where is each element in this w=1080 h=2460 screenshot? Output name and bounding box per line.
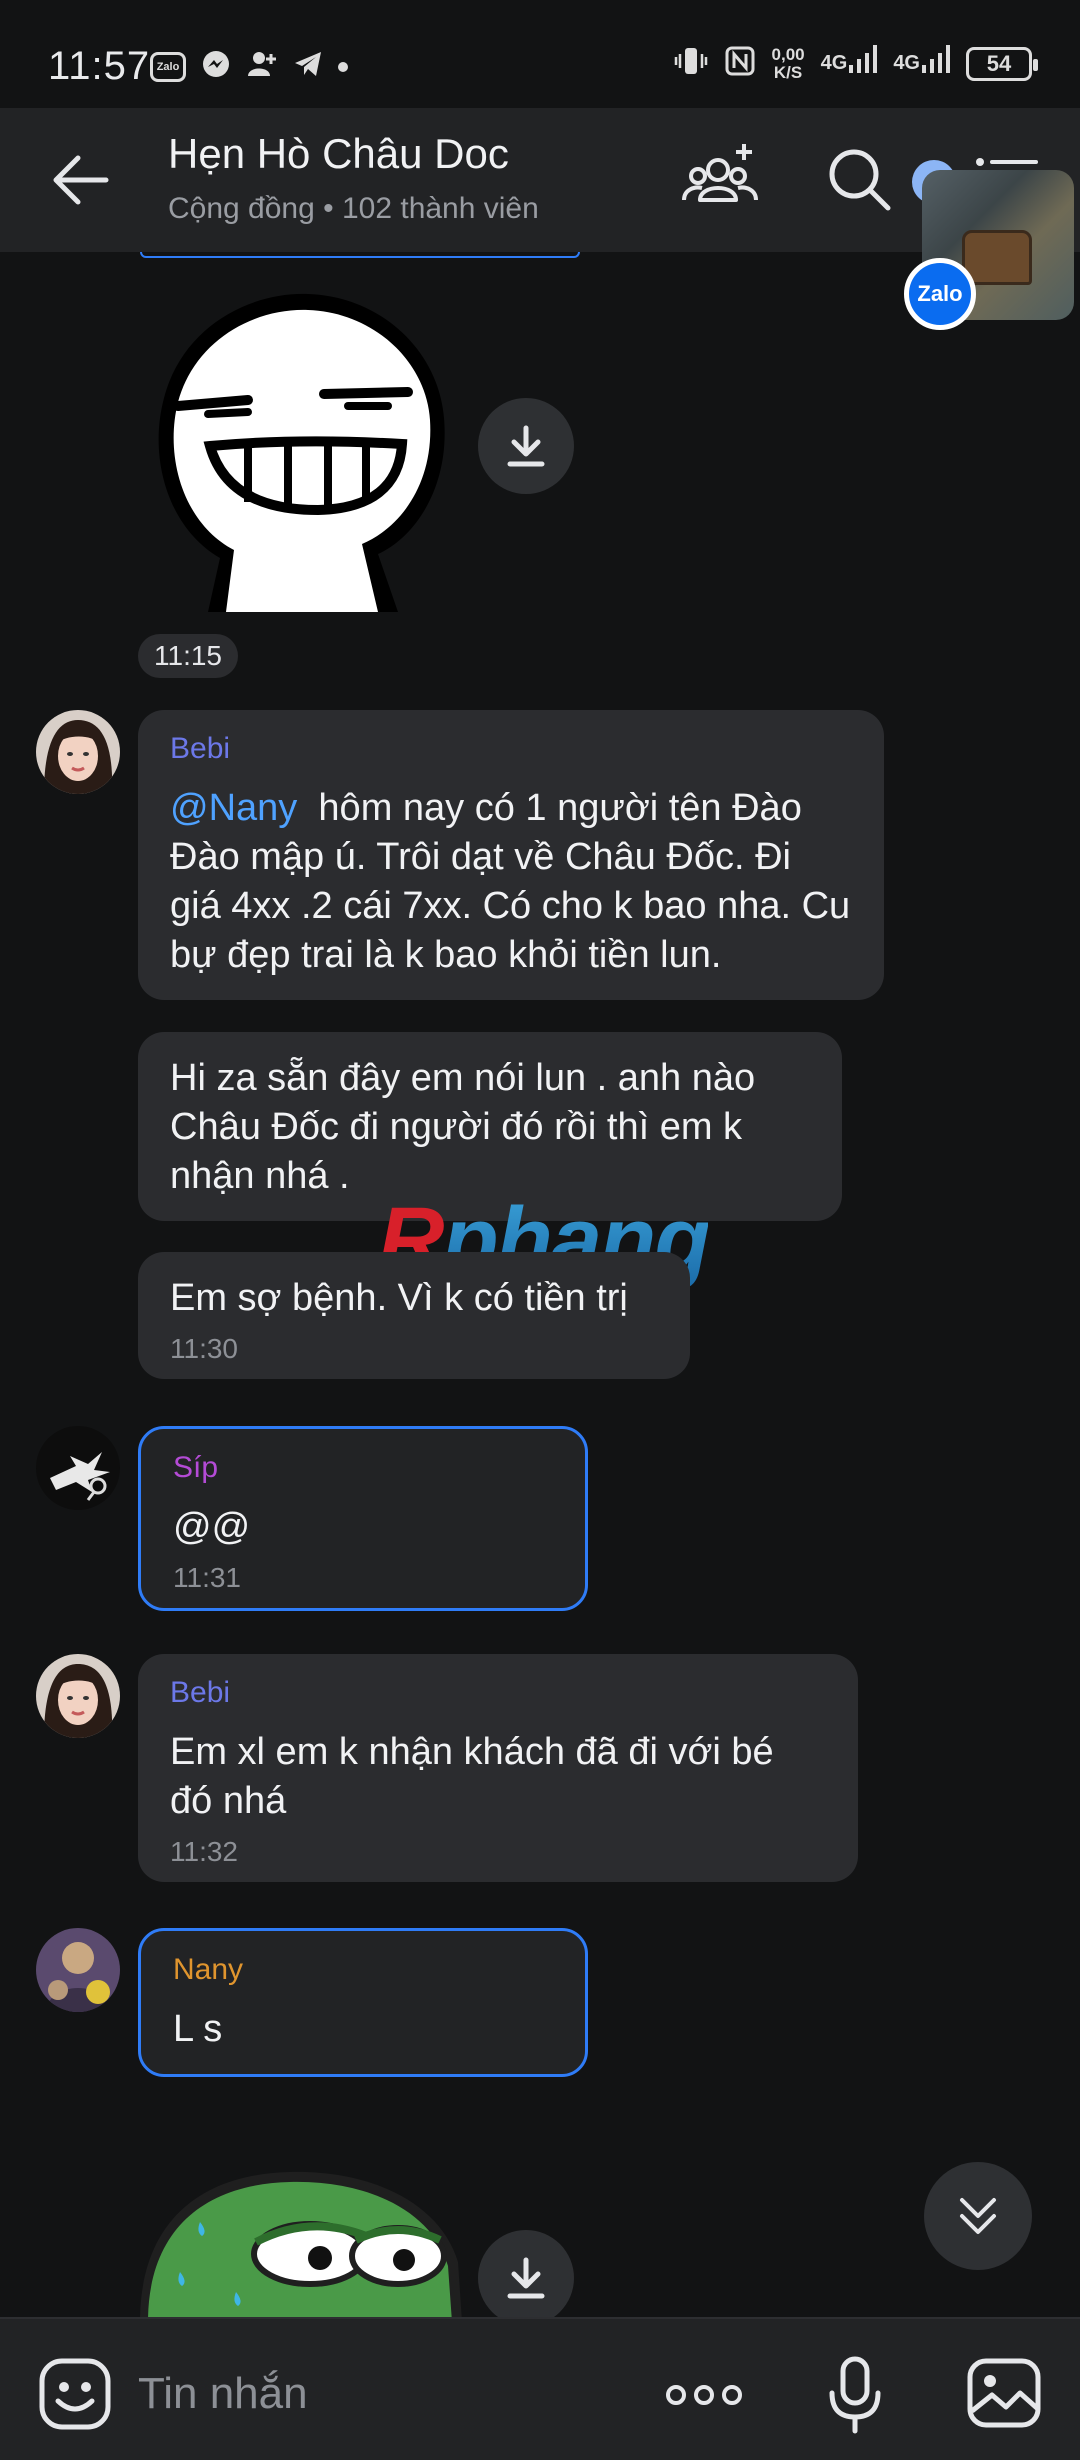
more-notifications-dot	[338, 62, 348, 72]
sender-name: Bebi	[170, 732, 231, 765]
signal-sim2: 4G	[893, 45, 950, 75]
battery-indicator: 54	[966, 46, 1038, 81]
status-time: 11:57	[48, 44, 151, 88]
gallery-icon	[967, 2358, 1041, 2428]
nfc-icon	[724, 45, 756, 82]
emoji-button[interactable]	[38, 2357, 112, 2431]
sender-name: Síp	[173, 1451, 219, 1484]
emoji-icon	[39, 2358, 111, 2430]
sender-name: Bebi	[170, 1676, 231, 1709]
avatar-sip[interactable]	[36, 1426, 120, 1510]
add-member-button[interactable]	[680, 138, 760, 218]
sender-name: Nany	[173, 1953, 244, 1986]
mention-link[interactable]: @Nany	[170, 787, 297, 829]
system-icons: 0,00 K/S 4G 4G 54	[674, 44, 1038, 83]
message-time: 11:30	[170, 1333, 238, 1364]
zalo-notification-icon: Zalo	[150, 52, 186, 82]
notification-icons: Zalo	[150, 48, 348, 86]
message-list[interactable]: 11:15 Bebi @Nany hôm nay có 1 người tên …	[0, 252, 1080, 2317]
message-text: @@	[173, 1506, 251, 1548]
search-icon	[829, 149, 891, 211]
avatar-nany[interactable]	[36, 1928, 120, 2012]
message-bubble-highlighted[interactable]: Nany L s	[138, 1928, 588, 2077]
chevron-double-down-icon	[960, 2198, 996, 2234]
previous-bubble-edge	[140, 252, 580, 258]
telegram-icon	[292, 48, 324, 86]
scroll-to-bottom-button[interactable]	[924, 2162, 1032, 2270]
message-bubble-highlighted[interactable]: Síp @@ 11:31	[138, 1426, 588, 1611]
message-text: Em xl em k nhận khách đã đi với bé đó nh…	[170, 1731, 774, 1822]
download-sticker-button[interactable]	[478, 2230, 574, 2317]
contact-add-icon	[246, 48, 278, 86]
download-icon	[507, 425, 545, 467]
download-icon	[507, 2257, 545, 2299]
group-subtitle[interactable]: Cộng đồng • 102 thành viên	[168, 192, 539, 226]
more-icon	[666, 2385, 742, 2405]
signal-sim1: 4G	[820, 45, 878, 75]
sticker-grin[interactable]	[148, 288, 452, 612]
voice-button[interactable]	[826, 2355, 884, 2435]
avatar-bebi[interactable]	[36, 710, 120, 794]
microphone-icon	[829, 2356, 881, 2434]
network-type-1: 4G	[820, 52, 848, 74]
message-composer	[0, 2317, 1080, 2460]
back-arrow-icon	[53, 155, 109, 205]
chat-header: Hẹn Hò Châu Doc Cộng đồng • 102 thành vi…	[0, 108, 1080, 252]
search-button[interactable]	[826, 146, 894, 214]
message-text: @Nany hôm nay có 1 người tên Đào Đào mập…	[170, 784, 852, 980]
download-sticker-button[interactable]	[478, 398, 574, 494]
add-member-icon	[682, 144, 758, 202]
message-bubble[interactable]: Bebi @Nany hôm nay có 1 người tên Đào Đà…	[138, 710, 884, 1000]
message-bubble[interactable]: Em sợ bệnh. Vì k có tiền trị 11:30	[138, 1252, 690, 1379]
signal-bars-icon	[849, 45, 878, 73]
messenger-icon	[200, 48, 232, 86]
sticker-timestamp: 11:15	[138, 634, 238, 678]
more-options-button[interactable]	[664, 2373, 744, 2417]
speed-unit: K/S	[773, 62, 803, 82]
message-text: L s	[173, 2008, 223, 2050]
avatar-bebi[interactable]	[36, 1654, 120, 1738]
status-bar: 11:57 Zalo 0,00 K/S 4G 4G 54	[0, 0, 1080, 108]
network-speed: 0,00 K/S	[771, 44, 805, 82]
gallery-button[interactable]	[966, 2357, 1042, 2429]
message-time: 11:31	[173, 1562, 241, 1593]
message-bubble[interactable]: Bebi Em xl em k nhận khách đã đi với bé …	[138, 1654, 858, 1882]
message-text: Hi za sẵn đây em nói lun . anh nào Châu …	[170, 1057, 756, 1197]
message-time: 11:32	[170, 1836, 238, 1867]
sticker-pepe[interactable]	[140, 2162, 470, 2317]
message-input[interactable]	[138, 2359, 618, 2429]
message-text: Em sợ bệnh. Vì k có tiền trị	[170, 1277, 628, 1319]
vibrate-icon	[674, 44, 708, 83]
back-button[interactable]	[48, 148, 118, 212]
signal-bars-icon	[922, 45, 950, 73]
speed-value: 0,00	[771, 44, 805, 64]
network-type-2: 4G	[893, 52, 920, 74]
group-title[interactable]: Hẹn Hò Châu Doc	[168, 130, 509, 178]
